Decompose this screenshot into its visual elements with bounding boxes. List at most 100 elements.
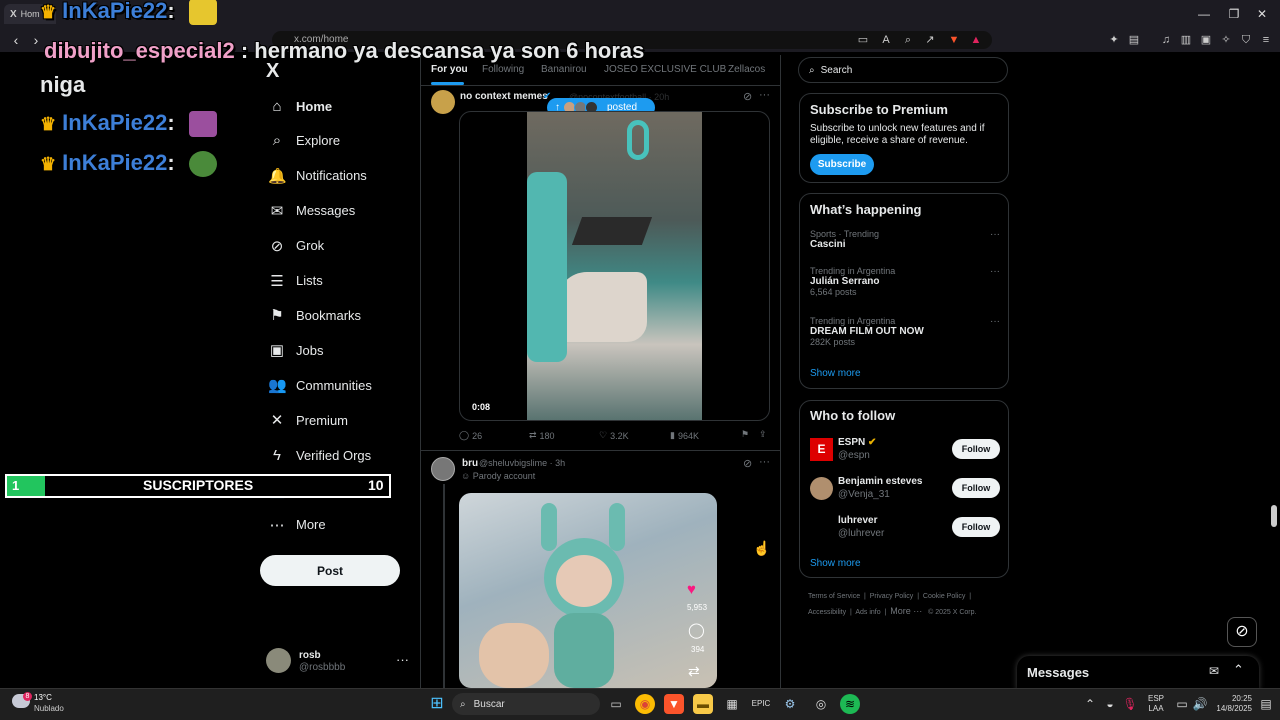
- task-view-icon[interactable]: ▭: [606, 694, 626, 714]
- subscribe-button[interactable]: Subscribe: [810, 154, 874, 175]
- footer-link[interactable]: More ···: [890, 606, 922, 616]
- music-icon[interactable]: ♫: [1158, 32, 1174, 48]
- post-author[interactable]: no context memes: [460, 91, 548, 102]
- new-message-icon[interactable]: ✉: [1209, 664, 1219, 678]
- close-icon[interactable]: ✕: [1254, 6, 1270, 22]
- nav-item-messages[interactable]: ✉ Messages: [268, 197, 418, 225]
- grok-icon[interactable]: ⊘: [743, 457, 752, 470]
- store-icon[interactable]: ▦: [722, 694, 742, 714]
- share-icon[interactable]: ⇪: [759, 429, 767, 440]
- chevron-up-icon[interactable]: ⌃: [1080, 694, 1100, 714]
- nav-item-premium[interactable]: ✕ Premium: [268, 406, 418, 434]
- forward-icon[interactable]: ›: [28, 32, 44, 48]
- footer-link[interactable]: Ads info: [855, 609, 880, 616]
- vpn-icon[interactable]: ⛉: [1238, 32, 1254, 48]
- more-icon[interactable]: ···: [990, 229, 1000, 240]
- follow-button[interactable]: Follow: [952, 517, 1000, 537]
- share-icon[interactable]: ↗: [922, 32, 938, 48]
- leo-icon[interactable]: ✧: [1218, 32, 1234, 48]
- notifications-icon[interactable]: ▤: [1256, 694, 1276, 714]
- cast-icon[interactable]: ▭: [855, 32, 871, 48]
- microphone-icon[interactable]: 🎙: [1120, 694, 1140, 714]
- more-icon[interactable]: ···: [759, 456, 770, 468]
- clock[interactable]: 20:25 14/8/2025: [1212, 694, 1252, 714]
- discord-icon[interactable]: ◒: [1100, 694, 1120, 714]
- start-icon[interactable]: ⊞: [427, 694, 447, 714]
- tab-zellacos[interactable]: Zellacos: [728, 64, 765, 75]
- zoom-icon[interactable]: ⌕: [900, 32, 916, 48]
- spotify-icon[interactable]: ≋: [840, 694, 860, 714]
- post-button[interactable]: Post: [260, 555, 400, 586]
- tab-joseo-exclusive-club[interactable]: JOSEO EXCLUSIVE CLUB: [604, 64, 726, 75]
- steam-icon[interactable]: ⚙: [780, 694, 800, 714]
- nav-item-more[interactable]: ⋯ More: [268, 511, 418, 539]
- search-input[interactable]: ⌕ Search: [798, 57, 1008, 83]
- nav-item-home[interactable]: ⌂ Home: [268, 92, 418, 120]
- follow-button[interactable]: Follow: [952, 439, 1000, 459]
- brave-rewards-icon[interactable]: ▲: [968, 32, 984, 48]
- views-button[interactable]: ▮ 964K: [670, 430, 699, 441]
- nav-item-grok[interactable]: ⊘ Grok: [268, 232, 418, 260]
- trend-item[interactable]: Trending in Argentina Julián Serrano 6,5…: [810, 266, 1000, 297]
- follow-suggestion[interactable]: E ESPN ✔ @espn Follow: [810, 437, 1000, 463]
- bookmark-icon[interactable]: ⚑: [741, 429, 749, 440]
- brave-shield-icon[interactable]: ▼: [946, 32, 962, 48]
- language-indicator[interactable]: ESP LAA: [1148, 694, 1164, 714]
- extensions-icon[interactable]: ✦: [1106, 32, 1122, 48]
- account-switcher[interactable]: rosb @rosbbbb ···: [266, 648, 416, 676]
- weather-widget[interactable]: 8 13°C Nublado: [10, 692, 100, 718]
- follow-suggestion[interactable]: luhrever @luhrever Follow: [810, 515, 1000, 541]
- avatar[interactable]: [431, 457, 455, 481]
- follow-button[interactable]: Follow: [952, 478, 1000, 498]
- tab-following[interactable]: Following: [482, 64, 524, 75]
- file-explorer-icon[interactable]: ▬: [693, 694, 713, 714]
- repost-icon[interactable]: ⇄: [688, 663, 700, 680]
- footer-link[interactable]: Privacy Policy: [870, 593, 914, 600]
- nav-item-verified-orgs[interactable]: ϟ Verified Orgs: [268, 441, 418, 469]
- network-icon[interactable]: ▭: [1172, 694, 1192, 714]
- repost-button[interactable]: ⇄ 180: [529, 430, 555, 441]
- messages-drawer[interactable]: Messages ✉ ⌃: [1017, 656, 1259, 690]
- more-icon[interactable]: ···: [990, 316, 1000, 327]
- footer-link[interactable]: Terms of Service: [808, 593, 860, 600]
- video-player[interactable]: 0:08: [459, 111, 770, 421]
- chrome-icon[interactable]: ◉: [635, 694, 655, 714]
- nav-item-jobs[interactable]: ▣ Jobs: [268, 336, 418, 364]
- sidebar-icon[interactable]: ▤: [1126, 32, 1142, 48]
- epic-games-icon[interactable]: EPIC: [751, 694, 771, 714]
- menu-icon[interactable]: ≡: [1258, 32, 1274, 48]
- reply-icon[interactable]: ◯: [688, 621, 705, 639]
- taskbar-search[interactable]: ⌕ Buscar: [452, 693, 600, 715]
- tab-bananirou[interactable]: Bananirou: [541, 64, 587, 75]
- brave-icon[interactable]: ▼: [664, 694, 684, 714]
- tab-for-you[interactable]: For you: [431, 64, 468, 75]
- post-author[interactable]: bru: [462, 458, 478, 469]
- more-icon[interactable]: ···: [759, 89, 770, 101]
- show-more-follow-link[interactable]: Show more: [810, 558, 861, 569]
- maximize-icon[interactable]: ❐: [1226, 6, 1242, 22]
- nav-item-bookmarks[interactable]: ⚑ Bookmarks: [268, 301, 418, 329]
- scrollbar-thumb[interactable]: [1271, 505, 1277, 527]
- back-icon[interactable]: ‹: [8, 32, 24, 48]
- footer-link[interactable]: Cookie Policy: [923, 593, 965, 600]
- wallet-icon[interactable]: ▣: [1198, 32, 1214, 48]
- translate-icon[interactable]: A: [878, 32, 894, 48]
- chevron-up-icon[interactable]: ⌃: [1233, 662, 1244, 678]
- minimize-icon[interactable]: —: [1196, 6, 1212, 22]
- grok-icon[interactable]: ⊘: [1227, 617, 1257, 647]
- reply-button[interactable]: ◯ 26: [459, 430, 482, 441]
- footer-link[interactable]: Accessibility: [808, 609, 846, 616]
- grok-icon[interactable]: ⊘: [743, 90, 752, 103]
- show-more-trends-link[interactable]: Show more: [810, 368, 861, 379]
- post-media[interactable]: ♥ 5,953 ◯ 394 ⇄: [459, 493, 717, 688]
- more-icon[interactable]: ···: [990, 266, 1000, 277]
- follow-suggestion[interactable]: Benjamin esteves @Venja_31 Follow: [810, 476, 1000, 502]
- avatar[interactable]: [431, 90, 455, 114]
- heart-icon[interactable]: ♥: [687, 581, 696, 598]
- like-button[interactable]: ♡ 3.2K: [599, 430, 629, 441]
- nav-item-explore[interactable]: ⌕ Explore: [268, 127, 418, 155]
- x-logo-icon[interactable]: X: [266, 60, 279, 83]
- nav-item-communities[interactable]: 👥 Communities: [268, 371, 418, 399]
- obs-icon[interactable]: ◎: [811, 694, 831, 714]
- trend-item[interactable]: Sports · Trending Cascini ···: [810, 229, 1000, 250]
